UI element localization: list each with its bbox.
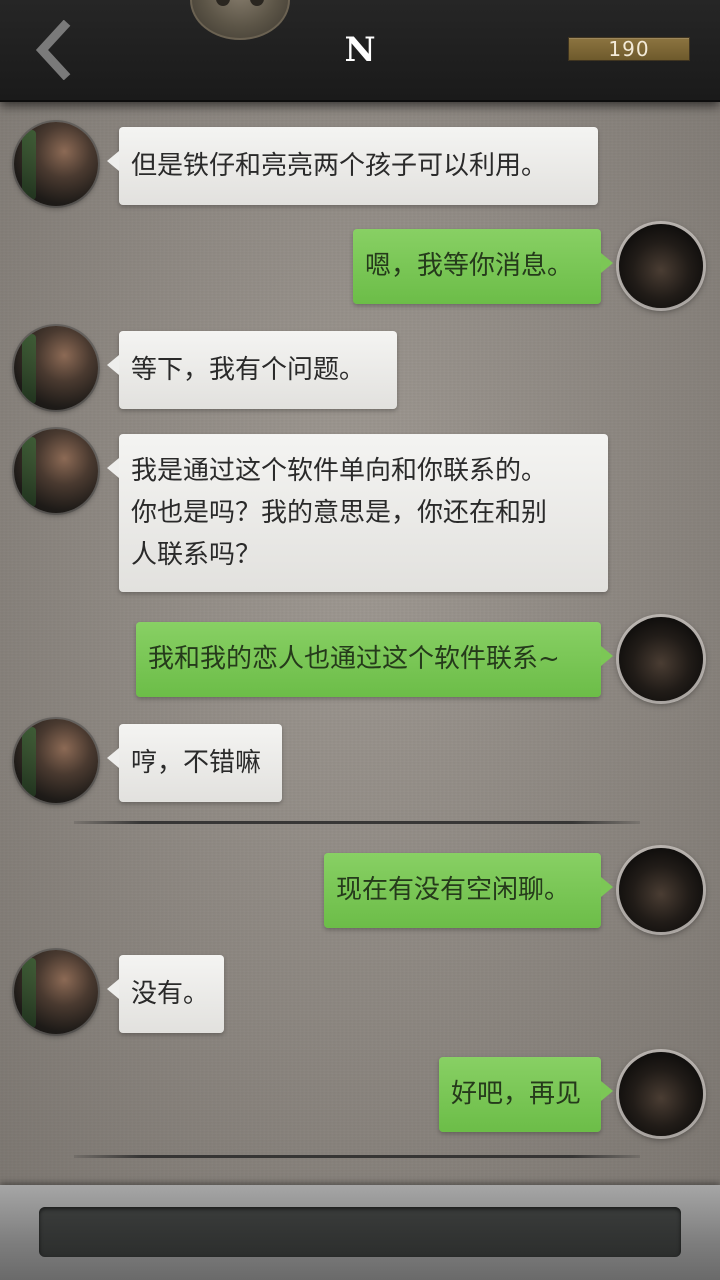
back-button[interactable] (28, 20, 80, 80)
message-text-line: 你也是吗？我的意思是，你还在和别 (131, 498, 548, 528)
header-bar: N 190 (0, 0, 720, 102)
message-text: 我和我的恋人也通过这个软件联系~ (148, 644, 560, 674)
message-bubble-outgoing[interactable]: 我和我的恋人也通过这个软件联系~ (136, 622, 613, 697)
contact-avatar[interactable] (190, 0, 290, 40)
message-bubble-incoming[interactable]: 等下，我有个问题。 (107, 331, 397, 409)
message-bubble-outgoing[interactable]: 好吧，再见 (439, 1057, 613, 1132)
user-avatar[interactable] (619, 848, 703, 932)
contact-avatar-small[interactable] (14, 122, 98, 206)
message-text-line: 人联系吗？ (131, 540, 262, 570)
message-text: 没有。 (131, 979, 210, 1009)
message-text: 好吧，再见 (451, 1079, 582, 1109)
message-bubble-incoming[interactable]: 我是通过这个软件单向和你联系的。 你也是吗？我的意思是，你还在和别 人联系吗？ (107, 434, 608, 592)
chat-area[interactable]: 但是铁仔和亮亮两个孩子可以利用。 嗯，我等你消息。 等下，我有个问题。 我是通过… (0, 100, 720, 1185)
message-bubble-incoming[interactable]: 没有。 (107, 955, 224, 1033)
message-text-line: 我是通过这个软件单向和你联系的。 (131, 456, 548, 486)
section-divider (74, 1155, 640, 1158)
message-text: 等下，我有个问题。 (131, 355, 366, 385)
message-bubble-incoming[interactable]: 哼，不错嘛 (107, 724, 282, 802)
message-text: 但是铁仔和亮亮两个孩子可以利用。 (131, 151, 548, 181)
message-bubble-outgoing[interactable]: 嗯，我等你消息。 (353, 229, 613, 304)
avatar-decoration-right (250, 0, 264, 6)
chat-screen: N 190 但是铁仔和亮亮两个孩子可以利用。 嗯，我等你消息。 等下，我有个问题… (0, 0, 720, 1280)
chevron-left-icon (35, 20, 71, 80)
message-text: 嗯，我等你消息。 (365, 251, 574, 281)
contact-avatar-small[interactable] (14, 326, 98, 410)
user-avatar[interactable] (619, 617, 703, 701)
user-avatar[interactable] (619, 1052, 703, 1136)
reply-input[interactable] (39, 1207, 681, 1257)
section-divider (74, 821, 640, 824)
avatar-decoration-left (216, 0, 230, 6)
message-bubble-outgoing[interactable]: 现在有没有空闲聊。 (324, 853, 613, 928)
contact-avatar-small[interactable] (14, 429, 98, 513)
coin-counter: 190 (568, 37, 690, 61)
message-bubble-incoming[interactable]: 但是铁仔和亮亮两个孩子可以利用。 (107, 127, 598, 205)
contact-avatar-small[interactable] (14, 719, 98, 803)
message-text: 现在有没有空闲聊。 (336, 875, 571, 905)
message-text: 哼，不错嘛 (131, 748, 262, 778)
footer-bar (0, 1185, 720, 1280)
user-avatar[interactable] (619, 224, 703, 308)
contact-avatar-small[interactable] (14, 950, 98, 1034)
